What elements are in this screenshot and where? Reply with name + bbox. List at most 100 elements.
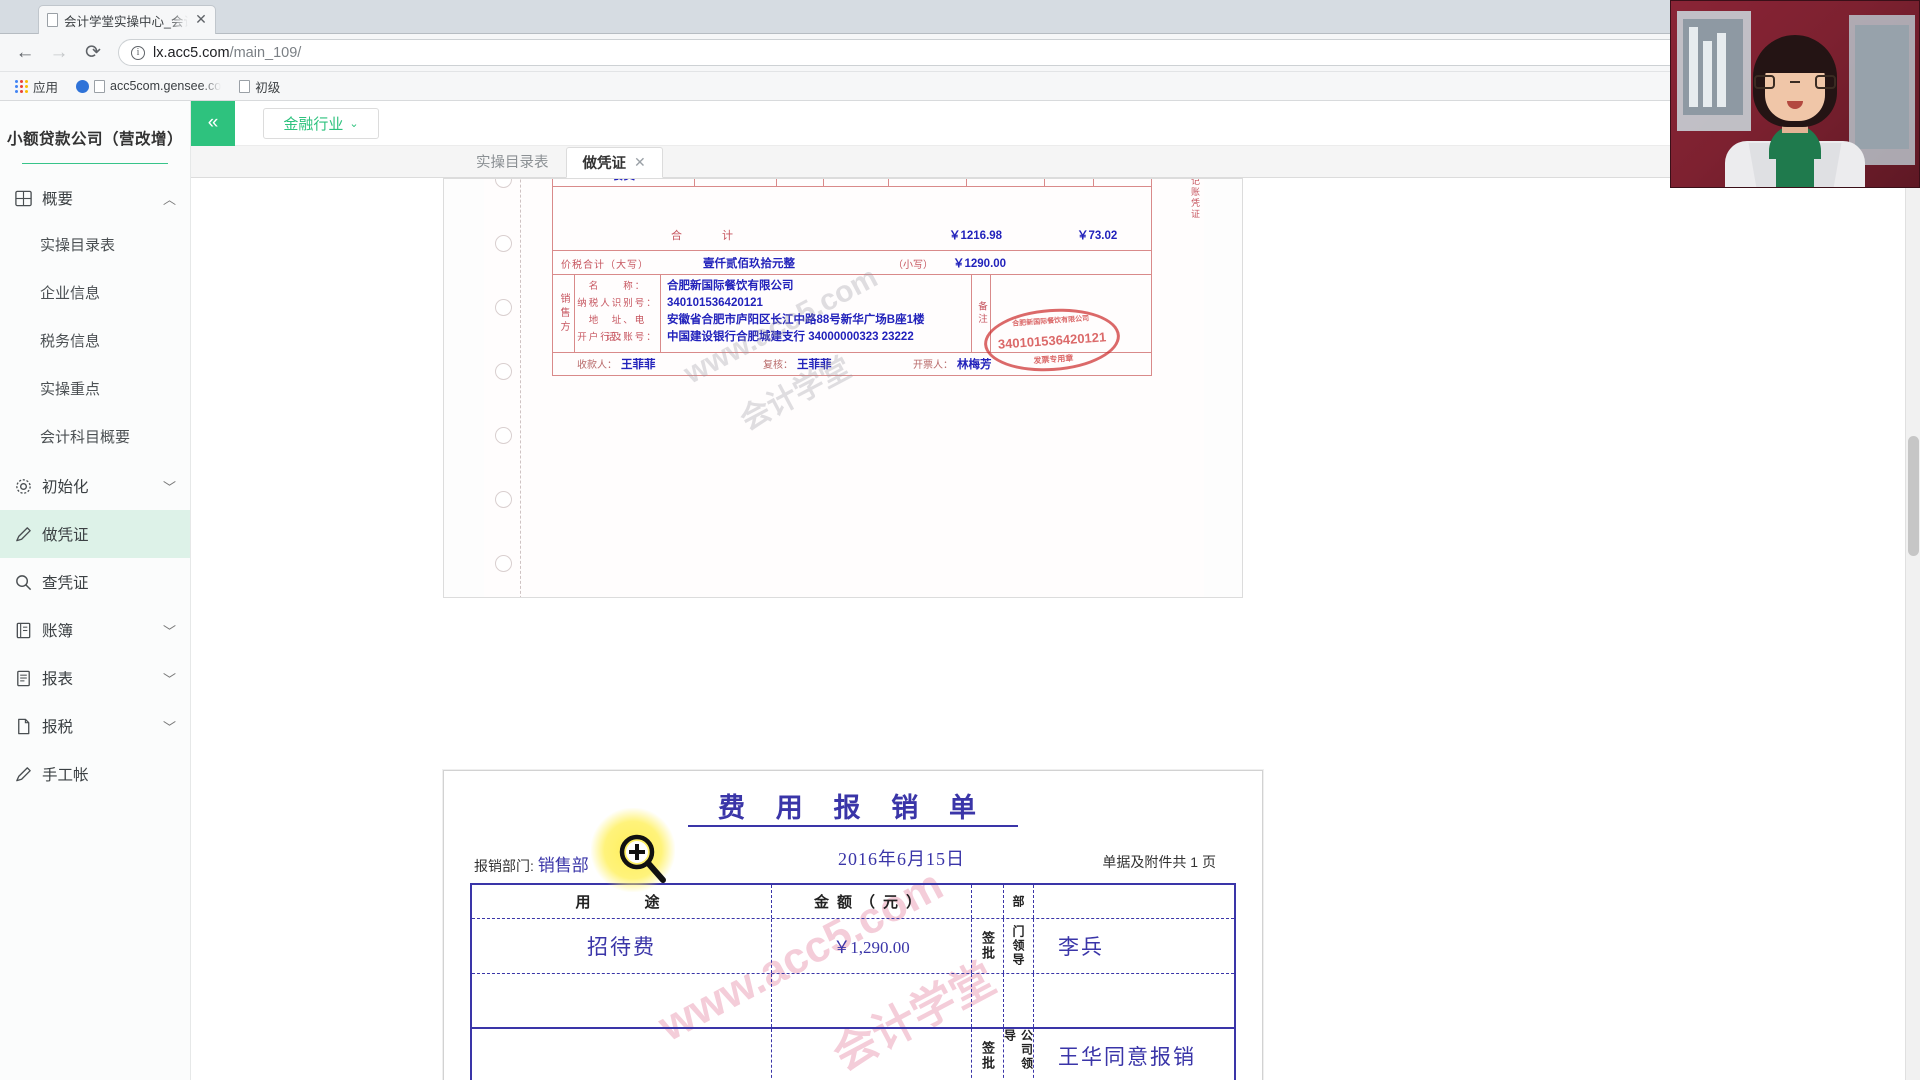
sidebar-item-label: 报表 [42, 667, 154, 689]
expense-department: 报销部门: 销售部 [474, 851, 589, 876]
invoice-side-note: 第二联 发票联 购买方记账凭证 [1182, 178, 1200, 220]
sidebar-item-zhangbu[interactable]: 账簿 ﹀ [0, 606, 190, 654]
perforation-strip [486, 178, 524, 598]
sidebar-item-gaiyao[interactable]: 概要 ︿ [0, 174, 190, 222]
url-host: lx.acc5.com [153, 45, 230, 61]
sidebar-subitem-shuiwu[interactable]: 税务信息 [0, 318, 190, 366]
collapse-sidebar-button[interactable]: « [191, 101, 235, 146]
instructor-figure [1720, 35, 1870, 188]
grid-icon [14, 189, 33, 208]
apps-grid-icon [15, 80, 28, 93]
browser-tabstrip: 会计学堂实操中心_会计… ✕ [0, 0, 1920, 34]
industry-select[interactable]: 金融行业 ⌄ [263, 108, 379, 139]
payee-value: 王菲菲 [621, 356, 656, 372]
small-value: ￥1290.00 [953, 255, 1006, 271]
close-icon[interactable]: ✕ [634, 154, 646, 171]
pen-icon [14, 765, 33, 784]
sign-label-cell-2: 签批 [972, 1029, 1004, 1080]
app-tabstrip: 实操目录表 做凭证 ✕ [191, 146, 1920, 178]
sidebar-subitem-mulu[interactable]: 实操目录表 [0, 222, 190, 270]
url-path: /main_109/ [230, 45, 302, 61]
page-icon [94, 80, 105, 93]
invoice-paper: 开票日期： 2016年6月15日 购买方 名 称： [484, 178, 1204, 598]
sidebar-item-baoshui[interactable]: 报税 ﹀ [0, 702, 190, 750]
row-amount: ￥1,290.00 [833, 933, 910, 958]
expense-table: 用 途 金额（元） 部 招待费 ￥1,290.00 签批 [470, 883, 1236, 1080]
app-topbar: « 金融行业 ⌄ 张师师老师 (SVIP会员) [191, 101, 1920, 146]
header-role-part: 部 [1004, 885, 1034, 918]
sidebar-item-label: 初始化 [42, 475, 154, 497]
company-leader-label-cell: 公司领导 [1004, 1029, 1034, 1080]
sidebar-subitem-qiye[interactable]: 企业信息 [0, 270, 190, 318]
tab-zuopingzheng[interactable]: 做凭证 ✕ [566, 147, 663, 178]
browser-tab-title: 会计学堂实操中心_会计… [64, 11, 188, 30]
sidebar-item-label: 做凭证 [42, 523, 176, 545]
bookmark-chuji[interactable]: 初级 [232, 74, 287, 99]
sidebar: 小额贷款公司（营改增） 概要 ︿ 实操目录表 企业信息 税务信息 实操重点 会计… [0, 101, 191, 1080]
item-price: 1216.98 [889, 178, 967, 186]
seller-taxid: 340101536420121 [667, 295, 971, 312]
report-icon [14, 669, 33, 688]
seller-key-column: 名 称： 纳税人识别号： 地 址、电 话： 开户行及账号： [575, 275, 661, 352]
invoice-words-row: 价税合计（大写） 壹仟贰佰玖拾元整 （小写） ￥1290.00 [553, 251, 1151, 275]
address-bar[interactable]: i lx.acc5.com/main_109/ [118, 39, 1904, 66]
department-value: 销售部 [538, 856, 589, 875]
role-spacer-cell [1004, 974, 1034, 1028]
row-use: 招待费 [587, 931, 656, 961]
sidebar-item-label: 账簿 [42, 619, 154, 641]
search-icon [14, 573, 33, 592]
sidebar-item-chushihua[interactable]: 初始化 ﹀ [0, 462, 190, 510]
sidebar-item-shougongzhang[interactable]: 手工帐 [0, 750, 190, 798]
sign-label-cell: 签批 [972, 919, 1004, 973]
sidebar-item-label: 查凭证 [42, 571, 176, 593]
tab-label: 做凭证 [583, 152, 627, 173]
dept-approver-cell: 李兵 [1034, 919, 1234, 973]
chevron-up-icon: ︿ [163, 189, 176, 208]
seller-key: 开户行及账号： [575, 329, 660, 346]
close-icon[interactable]: ✕ [193, 12, 209, 28]
page-icon [239, 80, 250, 93]
browser-tab[interactable]: 会计学堂实操中心_会计… ✕ [38, 5, 216, 34]
site-info-icon[interactable]: i [131, 46, 145, 60]
bookmark-label: 应用 [33, 77, 58, 96]
bookmarks-bar: 应用 acc5com.gensee.co 初级 [0, 72, 1920, 101]
sidebar-item-label: 概要 [42, 187, 154, 209]
tab-shicao-mulu[interactable]: 实操目录表 [459, 146, 566, 177]
scrollbar-thumb[interactable] [1908, 436, 1919, 556]
page-scrollbar[interactable] [1905, 178, 1920, 1080]
sidebar-item-baobiao[interactable]: 报表 ﹀ [0, 654, 190, 702]
reload-button[interactable]: ⟳ [78, 38, 108, 68]
tab-label: 实操目录表 [476, 151, 549, 172]
small-label: （小写） [893, 256, 933, 271]
item-amount: 1216.98 [967, 178, 1045, 186]
pen-icon [14, 525, 33, 544]
page-viewport: 小额贷款公司（营改增） 概要 ︿ 实操目录表 企业信息 税务信息 实操重点 会计… [0, 101, 1920, 1080]
sidebar-item-chapingzheng[interactable]: 查凭证 [0, 558, 190, 606]
main-content: « 金融行业 ⌄ 张师师老师 (SVIP会员) 实操目录表 做凭证 ✕ [191, 101, 1920, 1080]
chevron-down-icon: ⌄ [349, 117, 358, 130]
sidebar-item-zuopingzheng[interactable]: 做凭证 [0, 510, 190, 558]
sidebar-item-label: 报税 [42, 715, 154, 737]
book-icon [14, 621, 33, 640]
seller-value-column: 合肥新国际餐饮有限公司 340101536420121 安徽省合肥市庐阳区长江中… [661, 275, 971, 352]
forward-button[interactable]: → [44, 38, 74, 68]
sign-spacer-cell [972, 974, 1004, 1028]
payee-label: 收款人： [577, 356, 617, 371]
back-button[interactable]: ← [10, 38, 40, 68]
issuer-label: 开票人： [913, 356, 953, 371]
item-spec [695, 178, 777, 186]
name-spacer-cell [1034, 974, 1234, 1028]
bookmark-gensee[interactable]: acc5com.gensee.co [69, 76, 228, 96]
vat-invoice-card[interactable]: 开票日期： 2016年6月15日 购买方 名 称： [443, 178, 1243, 598]
sidebar-subitem-kemu[interactable]: 会计科目概要 [0, 414, 190, 462]
header-sign-spacer [972, 885, 1004, 918]
gear-icon [14, 477, 33, 496]
bookmark-apps[interactable]: 应用 [8, 74, 65, 99]
seal-center-text: 340101536420121 [997, 329, 1106, 352]
expense-reimbursement-card[interactable]: www.acc5.com 会计学堂 费 用 报 销 单 报销部门: 销售部 20… [443, 770, 1263, 1080]
dept-leader-label-cell: 门领导 [1004, 919, 1034, 973]
invoice-item-row: 餐费 1 1216.98 1216.98 6% 73.02 [553, 178, 1151, 187]
sidebar-subitem-zhongdian[interactable]: 实操重点 [0, 366, 190, 414]
seller-key: 地 址、电 话： [575, 312, 660, 329]
table-row: 签批 公司领导 王华同意报销 [472, 1029, 1234, 1080]
